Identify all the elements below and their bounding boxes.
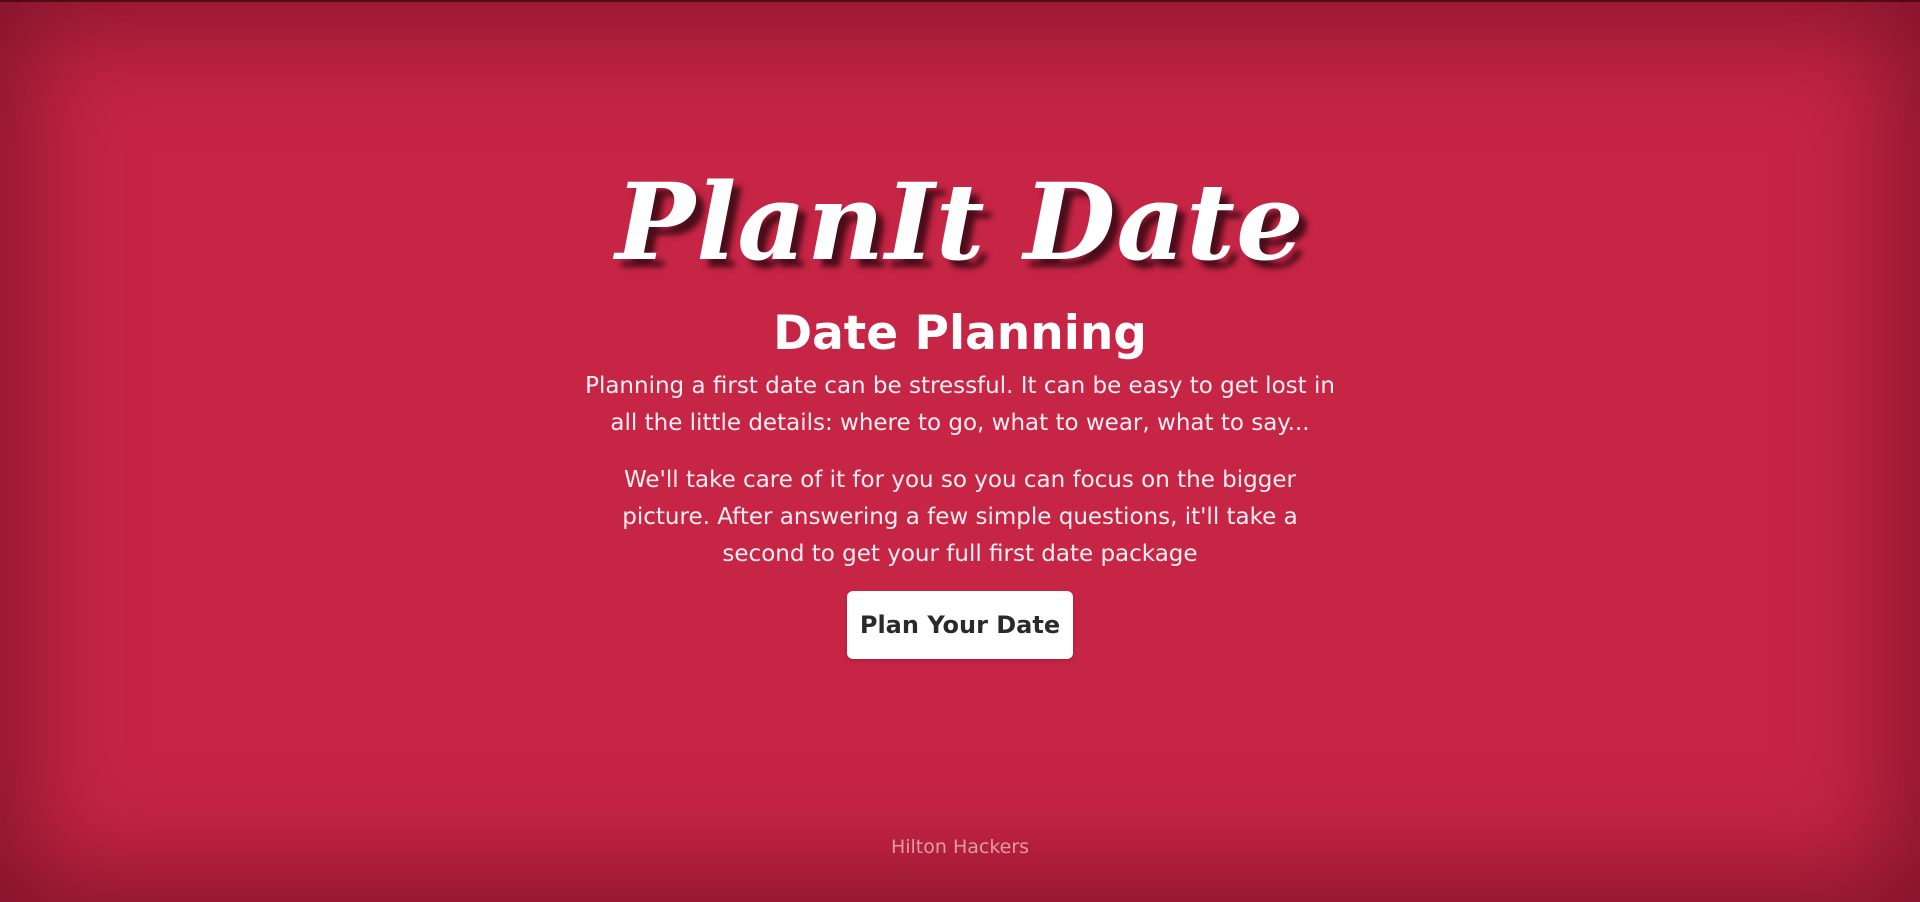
footer-credit: Hilton Hackers: [890, 836, 1030, 858]
page-subtitle: Date Planning: [773, 306, 1147, 361]
logo-title: PlanIt Date: [615, 159, 1305, 284]
hero-section: PlanIt Date Date Planning Planning a fir…: [0, 162, 1920, 659]
intro-paragraph: Planning a first date can be stressful. …: [585, 373, 1335, 436]
description-paragraph: We'll take care of it for you so you can…: [622, 467, 1298, 567]
plan-your-date-button[interactable]: Plan Your Date: [847, 591, 1073, 659]
top-border: [0, 0, 1920, 2]
